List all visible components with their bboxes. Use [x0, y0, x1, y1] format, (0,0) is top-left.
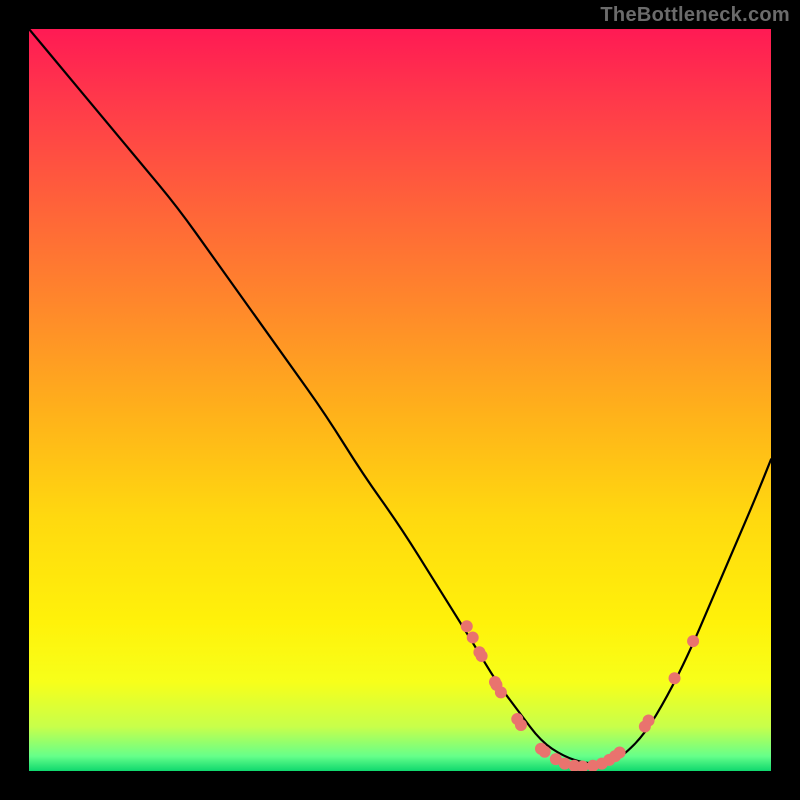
data-marker: [495, 686, 507, 698]
data-marker: [643, 715, 655, 727]
data-marker: [476, 650, 488, 662]
data-marker: [539, 746, 551, 758]
chart-frame: TheBottleneck.com: [0, 0, 800, 800]
chart-overlay: [29, 29, 771, 771]
marker-group: [461, 620, 699, 771]
data-marker: [461, 620, 473, 632]
data-marker: [467, 631, 479, 643]
bottleneck-curve: [29, 29, 771, 764]
watermark-text: TheBottleneck.com: [600, 4, 790, 27]
data-marker: [614, 746, 626, 758]
data-marker: [515, 719, 527, 731]
data-marker: [687, 635, 699, 647]
data-marker: [669, 672, 681, 684]
